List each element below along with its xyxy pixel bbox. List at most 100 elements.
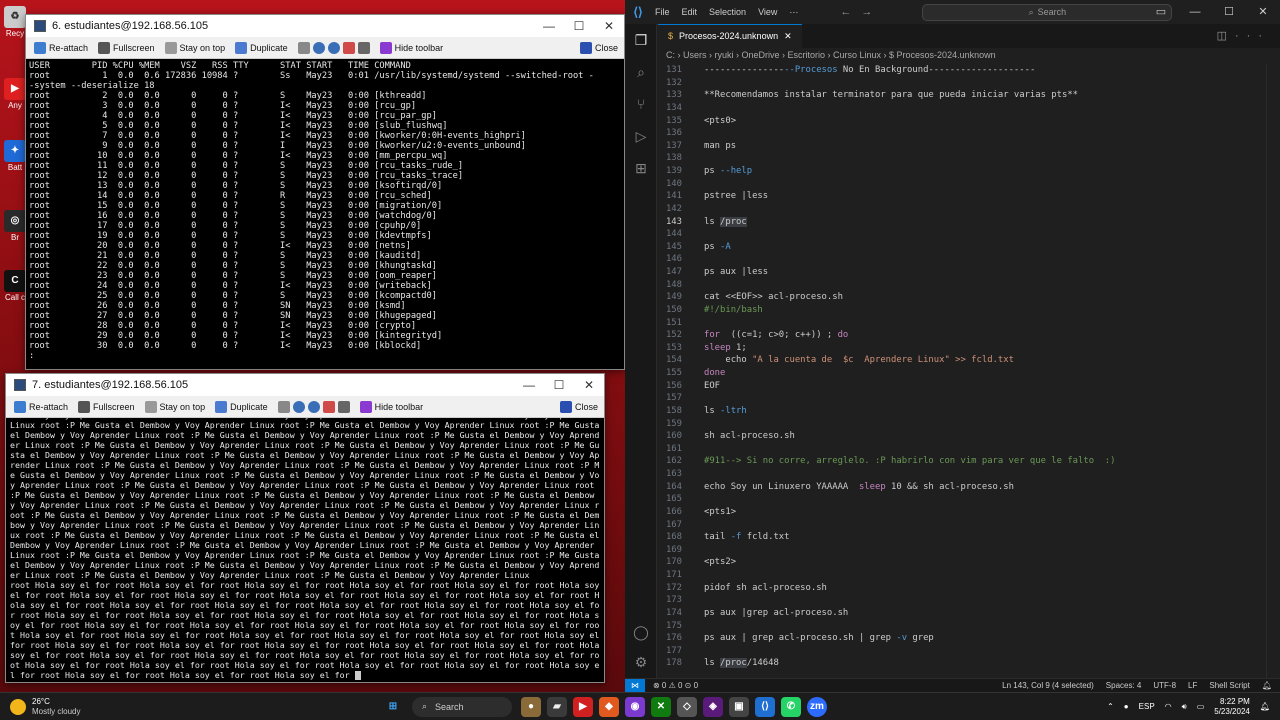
duplicate-button[interactable]: Duplicate xyxy=(235,41,288,54)
terminal-window-6[interactable]: 6. estudiantes@192.168.56.105 — ☐ ✕ Re-a… xyxy=(25,14,625,370)
close-window-button[interactable]: ✕ xyxy=(574,378,604,392)
code-line[interactable]: 174 ps aux |grep acl-proceso.sh xyxy=(658,607,1280,620)
fullscreen-button[interactable]: Fullscreen xyxy=(78,400,135,413)
weather-widget[interactable]: 26°C Mostly cloudy xyxy=(0,697,380,717)
taskbar-search[interactable]: ⌕ Search xyxy=(412,696,512,717)
stay-on-top-button[interactable]: Stay on top xyxy=(164,41,225,54)
youtube-icon[interactable]: ▶ xyxy=(573,696,593,717)
input-language[interactable]: ESP xyxy=(1139,702,1155,711)
code-editor[interactable]: 131 -----------------Procesos No En Backg… xyxy=(658,64,1280,678)
file-explorer-icon[interactable]: ▰ xyxy=(547,696,567,717)
minimize-button[interactable]: — xyxy=(1178,0,1212,24)
code-line[interactable]: 156 EOF xyxy=(658,380,1280,393)
terminal-output[interactable]: ender Linux root :P Me Gusta el Dembow y… xyxy=(6,418,604,682)
reattach-button[interactable]: Re-attach xyxy=(14,400,68,413)
cursor-position[interactable]: Ln 143, Col 9 (4 selected) xyxy=(1002,681,1094,690)
code-line[interactable]: 142 xyxy=(658,203,1280,216)
menu-view[interactable]: View xyxy=(758,7,777,17)
code-line[interactable]: 149 cat <<EOF>> acl-proceso.sh xyxy=(658,291,1280,304)
explorer-icon[interactable]: ❐ xyxy=(625,24,657,56)
hide-toolbar-button[interactable]: Hide toolbar xyxy=(379,41,443,54)
zoom-in-icon[interactable] xyxy=(312,41,325,54)
code-line[interactable]: 154 echo "A la cuenta de $c Aprendere Li… xyxy=(658,354,1280,367)
code-line[interactable]: 161 xyxy=(658,443,1280,456)
command-search-input[interactable]: ⌕ Search xyxy=(922,3,1173,21)
indentation[interactable]: Spaces: 4 xyxy=(1106,681,1142,690)
code-line[interactable]: 150 #!/bin/bash xyxy=(658,304,1280,317)
code-line[interactable]: 134 xyxy=(658,102,1280,115)
print-icon[interactable] xyxy=(357,41,370,54)
extensions-icon[interactable]: ⊞ xyxy=(625,152,657,184)
terminal-window-7[interactable]: 7. estudiantes@192.168.56.105 — ☐ ✕ Re-a… xyxy=(5,373,605,683)
close-window-button[interactable]: ✕ xyxy=(594,19,624,33)
zoom-icon[interactable]: zm xyxy=(807,696,827,717)
virtualbox-icon[interactable]: ◇ xyxy=(677,696,697,717)
menu-edit[interactable]: Edit xyxy=(682,7,698,17)
breadcrumb[interactable]: C: › Users › ryuki › OneDrive › Escritor… xyxy=(658,48,1280,64)
code-line[interactable]: 173 xyxy=(658,594,1280,607)
code-line[interactable]: 170 <pts2> xyxy=(658,556,1280,569)
xbox-icon[interactable]: ✕ xyxy=(651,696,671,717)
code-line[interactable]: 167 xyxy=(658,519,1280,532)
notification-bell-icon[interactable]: 🔔︎ xyxy=(1260,702,1270,711)
menu-more[interactable]: ··· xyxy=(789,7,798,17)
code-line[interactable]: 176 ps aux | grep acl-proceso.sh | grep -… xyxy=(658,632,1280,645)
stay-on-top-button[interactable]: Stay on top xyxy=(144,400,205,413)
code-line[interactable]: 164 echo Soy un Linuxero YAAAAA sleep 10 … xyxy=(658,481,1280,494)
code-line[interactable]: 133 **Recomendamos instalar terminator pa… xyxy=(658,89,1280,102)
settings-icon[interactable] xyxy=(342,41,355,54)
window-titlebar[interactable]: 6. estudiantes@192.168.56.105 — ☐ ✕ xyxy=(26,15,624,37)
app-icon-violet[interactable]: ◈ xyxy=(703,696,723,717)
reattach-button[interactable]: Re-attach xyxy=(34,41,88,54)
windows-start-icon[interactable]: ⊞ xyxy=(383,697,403,717)
code-line[interactable]: 157 xyxy=(658,392,1280,405)
terminal-output[interactable]: USER PID %CPU %MEM VSZ RSS TTY STAT STAR… xyxy=(26,59,624,369)
code-line[interactable]: 140 xyxy=(658,178,1280,191)
print-icon[interactable] xyxy=(337,400,350,413)
run-debug-icon[interactable]: ▷ xyxy=(625,120,657,152)
code-line[interactable]: 146 xyxy=(658,253,1280,266)
code-line[interactable]: 145 ps -A xyxy=(658,241,1280,254)
edit-icon[interactable] xyxy=(297,41,310,54)
code-line[interactable]: 131 -----------------Procesos No En Backg… xyxy=(658,64,1280,77)
editor-scrollbar[interactable] xyxy=(1266,64,1280,678)
code-line[interactable]: 168 tail -f fcld.txt xyxy=(658,531,1280,544)
hide-toolbar-button[interactable]: Hide toolbar xyxy=(359,400,423,413)
code-line[interactable]: 155 done xyxy=(658,367,1280,380)
fullscreen-button[interactable]: Fullscreen xyxy=(98,41,155,54)
end-of-line[interactable]: LF xyxy=(1188,681,1197,690)
nav-arrows[interactable]: ←→ xyxy=(840,6,882,18)
vscode-taskbar-icon[interactable]: ⟨⟩ xyxy=(755,696,775,717)
code-line[interactable]: 163 xyxy=(658,468,1280,481)
code-line[interactable]: 141 pstree |less xyxy=(658,190,1280,203)
remote-icon[interactable]: ⋈ xyxy=(625,678,645,693)
maximize-button[interactable]: ☐ xyxy=(1212,0,1246,24)
code-line[interactable]: 166 <pts1> xyxy=(658,506,1280,519)
code-line[interactable]: 137 man ps xyxy=(658,140,1280,153)
language-mode[interactable]: Shell Script xyxy=(1209,681,1249,690)
code-line[interactable]: 153 sleep 1; xyxy=(658,342,1280,355)
brave-icon[interactable]: ◆ xyxy=(599,696,619,717)
code-line[interactable]: 139 ps --help xyxy=(658,165,1280,178)
search-icon[interactable]: ⌕ xyxy=(625,56,657,88)
editor-actions[interactable]: ◫··· xyxy=(1207,24,1280,48)
source-control-icon[interactable]: ⑂ xyxy=(625,88,657,120)
code-line[interactable]: 138 xyxy=(658,152,1280,165)
chevron-up-icon[interactable]: ⌃ xyxy=(1107,702,1114,711)
code-line[interactable]: 148 xyxy=(658,279,1280,292)
code-line[interactable]: 175 xyxy=(658,620,1280,633)
code-line[interactable]: 151 xyxy=(658,317,1280,330)
code-line[interactable]: 143 ls /proc xyxy=(658,216,1280,229)
app-icon-purple[interactable]: ◉ xyxy=(625,696,645,717)
bell-icon[interactable]: 🔔︎ xyxy=(1262,681,1272,690)
wifi-icon[interactable]: ◠ xyxy=(1165,702,1172,711)
volume-icon[interactable]: 🔊︎ xyxy=(1182,702,1187,712)
putty-icon[interactable]: ▣ xyxy=(729,696,749,717)
minimize-button[interactable]: — xyxy=(534,19,564,33)
code-line[interactable]: 152 for ((c=1; c>0; c++)) ; do xyxy=(658,329,1280,342)
settings-icon[interactable] xyxy=(322,400,335,413)
close-button[interactable]: Close xyxy=(579,41,618,54)
encoding[interactable]: UTF-8 xyxy=(1153,681,1176,690)
code-line[interactable]: 158 ls -ltrh xyxy=(658,405,1280,418)
close-window-button[interactable]: ✕ xyxy=(1246,0,1280,24)
